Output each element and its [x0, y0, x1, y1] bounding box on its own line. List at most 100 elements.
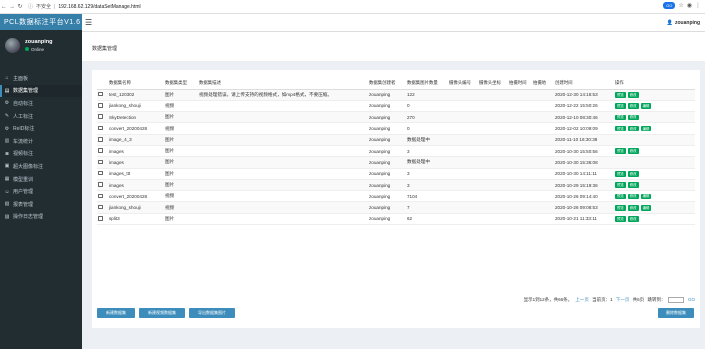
row-checkbox[interactable]	[98, 216, 103, 221]
row-checkbox[interactable]	[98, 159, 103, 165]
row-action-button[interactable]: 预览	[615, 204, 626, 211]
sidebar-menu: ⌂ 主面板 ▤ 数据集管理 ⚙ 自动标注 ✎ 人工标注 ⚙ ReID标注 ▥ 车流统计 ◙ 视频标注 ▣ 超大…	[0, 72, 82, 223]
camera-id	[449, 156, 479, 169]
row-select-cell	[97, 89, 109, 101]
new-video-dataset-button[interactable]: 新建视频数据集	[139, 308, 185, 318]
capture-time	[509, 100, 533, 113]
column-header: 数据集创建者	[369, 78, 407, 90]
row-action-button[interactable]: 编辑	[640, 125, 652, 132]
row-action-button[interactable]: 修改	[627, 148, 639, 155]
dataset-description	[199, 145, 369, 158]
row-action-button[interactable]: 修改	[627, 114, 639, 121]
address-bar[interactable]: ⓘ 不安全 | 192.168.62.129/dataSetManage.htm…	[28, 3, 141, 11]
new-dataset-button[interactable]: 新建数据集	[97, 308, 135, 318]
sidebar-item-6[interactable]: ◙ 视频标注	[0, 148, 82, 161]
row-action-button[interactable]: 预览	[615, 114, 626, 121]
user-status-label: Online	[31, 46, 45, 52]
more-vertical-icon[interactable]: ⋮	[695, 2, 701, 9]
row-action-button[interactable]: 预览	[615, 216, 626, 222]
sidebar-item-label: ReID标注	[13, 126, 35, 133]
created-time: 2020-10-30 15:36:08	[555, 156, 615, 169]
pager-prev-link[interactable]: 上一页	[575, 297, 589, 302]
dataset-image-count: 0	[407, 122, 449, 135]
row-checkbox[interactable]	[98, 204, 103, 210]
sidebar-item-4[interactable]: ⚙ ReID标注	[0, 122, 82, 135]
row-action-button[interactable]: 修改	[627, 171, 639, 177]
row-checkbox[interactable]	[98, 125, 103, 131]
export-images-button[interactable]: 导出数据集图片	[189, 308, 235, 318]
app-logo[interactable]: PCL数据标注平台V1.6	[0, 14, 82, 30]
sidebar-item-9[interactable]: ☺ 用户管理	[0, 185, 82, 198]
row-action-button[interactable]: 预览	[615, 103, 626, 109]
sidebar: PCL数据标注平台V1.6 zouanping Online ⌂ 主面板 ▤ 数据集管…	[0, 14, 82, 349]
row-action-button[interactable]: 预览	[615, 125, 626, 132]
arrow-left-icon[interactable]: ←	[0, 4, 8, 10]
dashboard-icon: ⌂	[5, 75, 9, 82]
browser-toolbar: ← → ↻ ⓘ 不安全 | 192.168.62.129/dataSetMana…	[0, 0, 705, 14]
table-row: images 图片 zouanping 3 2020-10-29 15:19:36 预览修…	[97, 179, 695, 192]
row-action-button[interactable]: 编辑	[640, 193, 652, 200]
sidebar-item-label: 主面板	[13, 75, 29, 82]
row-action-button[interactable]: 修改	[627, 103, 639, 109]
row-checkbox[interactable]	[98, 148, 103, 153]
created-time: 2020-10-21 11:33:11	[555, 213, 615, 226]
camera-coords	[479, 100, 509, 113]
profile-icon[interactable]: ◉	[687, 2, 692, 9]
dataset-creator: zouanping	[369, 122, 407, 135]
delete-dataset-button[interactable]: 删除数据集	[658, 308, 694, 318]
sidebar-item-5[interactable]: ▥ 车流统计	[0, 135, 82, 148]
row-action-button[interactable]: 修改	[627, 193, 639, 200]
top-user-menu[interactable]: 👤 zouanping	[667, 20, 700, 26]
hamburger-icon[interactable]: ☰	[85, 18, 92, 27]
sidebar-item-7[interactable]: ▣ 超大图像标注	[0, 160, 82, 173]
sidebar-item-2[interactable]: ⚙ 自动标注	[0, 97, 82, 110]
dataset-creator: zouanping	[369, 89, 407, 101]
sidebar-item-0[interactable]: ⌂ 主面板	[0, 72, 82, 85]
pager-next-link[interactable]: 下一页	[616, 297, 630, 302]
dataset-description	[199, 100, 369, 113]
row-action-button[interactable]: 预览	[615, 171, 626, 177]
row-action-button[interactable]: 修改	[627, 216, 639, 222]
row-action-button[interactable]: 修改	[627, 125, 639, 132]
log-icon: ▨	[4, 213, 10, 220]
reload-icon[interactable]: ↻	[16, 3, 24, 10]
sidebar-item-8[interactable]: ▦ 模型重训	[0, 173, 82, 186]
capture-place	[533, 168, 555, 180]
extension-badge[interactable]: GO	[663, 2, 676, 9]
capture-time	[509, 213, 533, 226]
row-checkbox[interactable]	[98, 182, 103, 187]
page-jump-input[interactable]	[667, 297, 684, 303]
row-action-button[interactable]: 预览	[615, 182, 626, 188]
sidebar-item-1[interactable]: ▤ 数据集管理	[0, 84, 82, 98]
camera-coords	[479, 190, 509, 203]
row-checkbox[interactable]	[98, 170, 103, 176]
sidebar-item-11[interactable]: ▨ 操作日志管理	[0, 211, 82, 224]
row-checkbox[interactable]	[98, 91, 103, 97]
row-select-cell	[97, 156, 109, 169]
row-action-button[interactable]: 修改	[627, 91, 639, 98]
sidebar-item-10[interactable]: ▧ 报表管理	[0, 198, 82, 211]
url-text[interactable]: 192.168.62.129/dataSetManage.html	[58, 4, 140, 10]
pager-summary: 显示1到12条，共66条。	[523, 297, 573, 303]
row-action-button[interactable]: 预览	[615, 91, 626, 98]
row-actions: 预览 修改	[615, 111, 695, 124]
row-action-button[interactable]: 编辑	[640, 103, 652, 109]
report-icon: ▧	[4, 201, 10, 208]
dataset-table: 数据集名称 数据集类型 数据集描述 数据集创建者 数据集图片数量 摄像头编号 摄像头坐标 拍摄…	[97, 78, 695, 226]
row-action-button[interactable]: 预览	[615, 148, 626, 155]
sidebar-item-3[interactable]: ✎ 人工标注	[0, 110, 82, 123]
row-checkbox[interactable]	[98, 193, 103, 199]
row-checkbox[interactable]	[98, 114, 103, 119]
arrow-right-icon[interactable]: →	[8, 4, 16, 10]
row-checkbox[interactable]	[98, 103, 103, 108]
row-action-button[interactable]: 修改	[627, 182, 639, 188]
row-action-button[interactable]: 编辑	[640, 204, 652, 211]
star-icon[interactable]: ☆	[678, 2, 683, 9]
dataset-image-count: 62	[407, 213, 449, 226]
row-action-button[interactable]: 修改	[627, 204, 639, 211]
security-label: 不安全	[36, 4, 52, 10]
dataset-type: 图片	[165, 145, 199, 158]
pager-go-button[interactable]: GO	[688, 297, 695, 302]
row-checkbox[interactable]	[98, 137, 103, 142]
row-action-button[interactable]: 预览	[615, 193, 626, 200]
